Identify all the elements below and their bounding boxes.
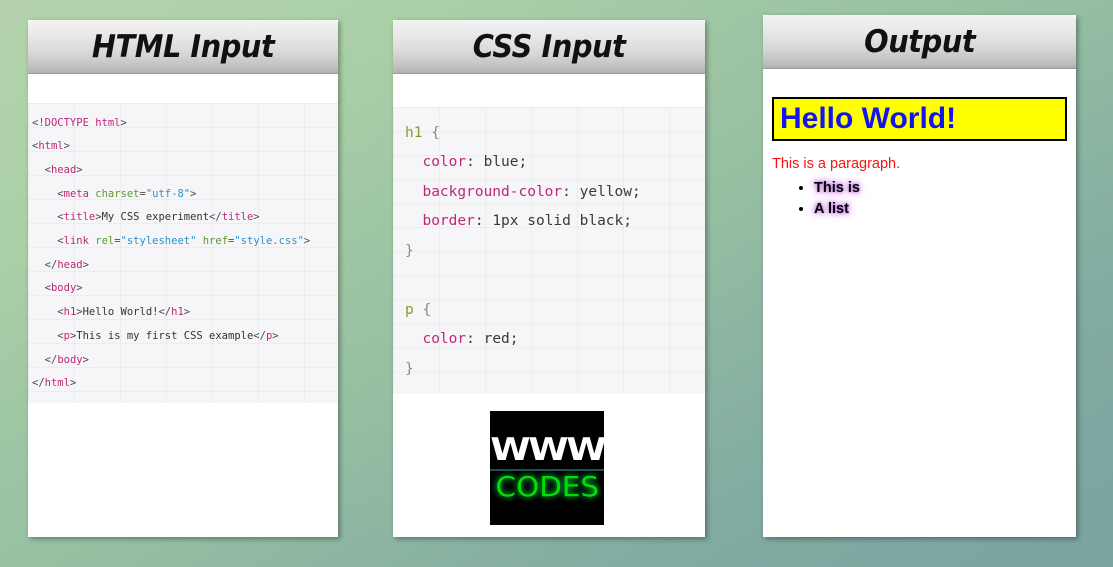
panel-output: Output Hello World! This is a paragraph.… [763,15,1076,537]
logo-codes-text: CODES [495,470,599,503]
output-heading: Hello World! [772,97,1067,142]
panel-output-body: Hello World! This is a paragraph. This i… [763,69,1076,537]
panel-html-input-header: HTML Input [28,20,338,74]
css-code-block: h1 { color: blue; background-color: yell… [393,107,705,395]
panel-html-input: HTML Input <!DOCTYPE html> <html> <head>… [28,20,338,537]
panel-css-input-header: CSS Input [393,20,705,74]
list-item: A list [814,199,1067,219]
rendered-output: Hello World! This is a paragraph. This i… [763,87,1076,219]
screenshot-stage: HTML Input <!DOCTYPE html> <html> <head>… [0,0,1113,567]
panel-output-header: Output [763,15,1076,69]
panel-output-title: Output [864,23,975,60]
panel-html-input-body: <!DOCTYPE html> <html> <head> <meta char… [28,74,338,537]
panel-css-input: CSS Input h1 { color: blue; background-c… [393,20,705,537]
output-list: This is A list [772,178,1067,219]
output-paragraph: This is a paragraph. [772,156,901,173]
panel-css-input-body: h1 { color: blue; background-color: yell… [393,74,705,537]
html-code-block: <!DOCTYPE html> <html> <head> <meta char… [28,103,338,403]
site-logo: WWW CODES [490,411,606,525]
panel-css-input-title: CSS Input [472,28,626,65]
logo-www-text: WWW [490,432,606,468]
list-item: This is [814,178,1067,198]
panel-html-input-title: HTML Input [91,28,275,65]
